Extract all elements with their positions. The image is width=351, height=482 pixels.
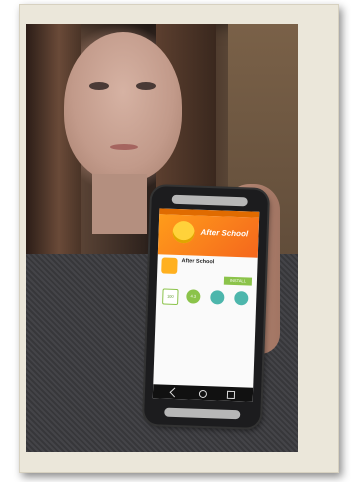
app-banner: After School [157,214,260,258]
smartphone: After School After School INSTALL 100 4.… [143,186,269,428]
install-button[interactable]: INSTALL [223,276,253,286]
rating-badge: 4.3 [186,289,201,304]
bottom-speaker [164,407,241,420]
face [64,32,182,182]
neck [92,174,147,234]
home-icon[interactable] [198,389,208,399]
category-badge-icon [210,290,225,305]
back-icon[interactable] [169,387,180,398]
photograph: After School After School INSTALL 100 4.… [26,24,298,452]
nav-bar [152,384,254,402]
app-title: After School [181,258,215,266]
phone-screen: After School After School INSTALL 100 4.… [152,208,260,402]
similar-badge-icon [234,290,249,306]
recents-icon[interactable] [226,390,236,400]
right-eye [136,82,156,90]
left-eye [89,82,109,90]
downloads-badge: 100 [162,288,179,306]
mascot-icon [172,220,195,244]
top-speaker [171,194,248,207]
banner-title: After School [200,227,249,239]
mouth [110,144,138,150]
app-icon [161,257,178,274]
app-stats: 100 4.3 [160,288,253,311]
